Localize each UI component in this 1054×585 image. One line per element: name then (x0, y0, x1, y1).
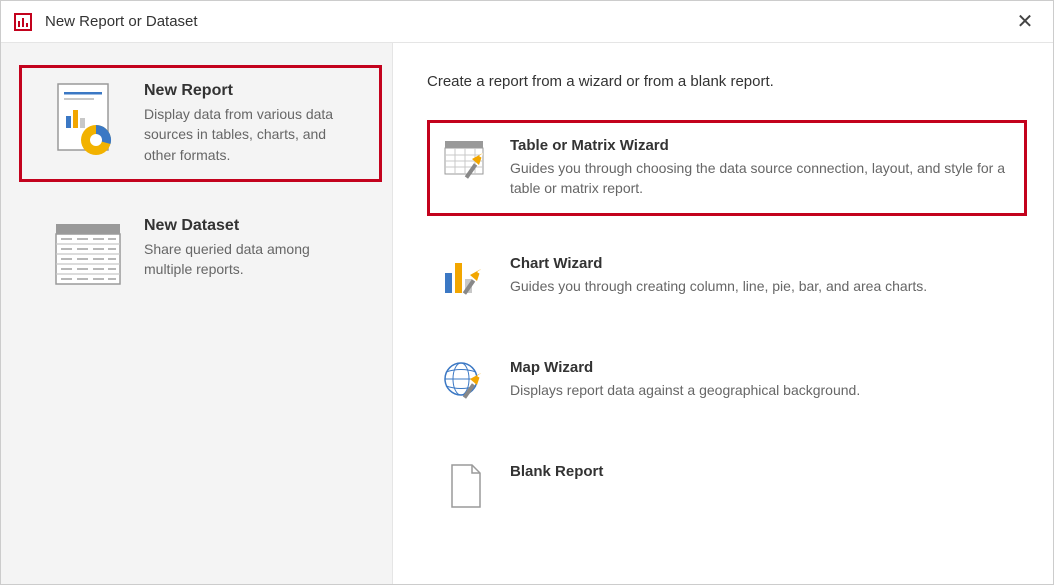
option-title: Table or Matrix Wizard (510, 137, 1012, 154)
option-table-matrix-wizard[interactable]: Table or Matrix Wizard Guides you throug… (427, 120, 1027, 216)
option-map-wizard[interactable]: Map Wizard Displays report data against … (427, 342, 1027, 424)
option-title: Chart Wizard (510, 255, 927, 272)
chart-wizard-icon (442, 255, 490, 303)
sidebar-item-texts: New Dataset Share queried data among mul… (144, 217, 359, 280)
sidebar-item-new-dataset[interactable]: New Dataset Share queried data among mul… (19, 200, 382, 310)
dialog-body: New Report Display data from various dat… (1, 43, 1053, 584)
option-texts: Table or Matrix Wizard Guides you throug… (510, 137, 1012, 199)
sidebar-item-desc: Display data from various data sources i… (144, 104, 359, 165)
window-title: New Report or Dataset (45, 13, 1009, 30)
table-wizard-icon (442, 137, 490, 185)
option-texts: Map Wizard Displays report data against … (510, 359, 860, 400)
dataset-icon (50, 217, 126, 293)
sidebar-item-texts: New Report Display data from various dat… (144, 82, 359, 165)
app-icon (13, 12, 33, 32)
main-panel: Create a report from a wizard or from a … (393, 43, 1053, 584)
close-icon[interactable]: ✕ (1009, 6, 1041, 38)
option-texts: Chart Wizard Guides you through creating… (510, 255, 927, 296)
option-chart-wizard[interactable]: Chart Wizard Guides you through creating… (427, 238, 1027, 320)
main-intro: Create a report from a wizard or from a … (427, 73, 1027, 90)
option-desc: Guides you through creating column, line… (510, 276, 927, 296)
sidebar-item-title: New Dataset (144, 217, 359, 235)
titlebar: New Report or Dataset ✕ (1, 1, 1053, 43)
sidebar-item-title: New Report (144, 82, 359, 100)
sidebar-item-new-report[interactable]: New Report Display data from various dat… (19, 65, 382, 182)
option-desc: Displays report data against a geographi… (510, 380, 860, 400)
option-desc: Guides you through choosing the data sou… (510, 158, 1012, 199)
option-blank-report[interactable]: Blank Report (427, 446, 1027, 528)
sidebar: New Report Display data from various dat… (1, 43, 393, 584)
sidebar-item-desc: Share queried data among multiple report… (144, 239, 359, 280)
map-wizard-icon (442, 359, 490, 407)
report-icon (50, 82, 126, 158)
blank-report-icon (442, 463, 490, 511)
option-title: Map Wizard (510, 359, 860, 376)
option-texts: Blank Report (510, 463, 603, 484)
option-title: Blank Report (510, 463, 603, 480)
